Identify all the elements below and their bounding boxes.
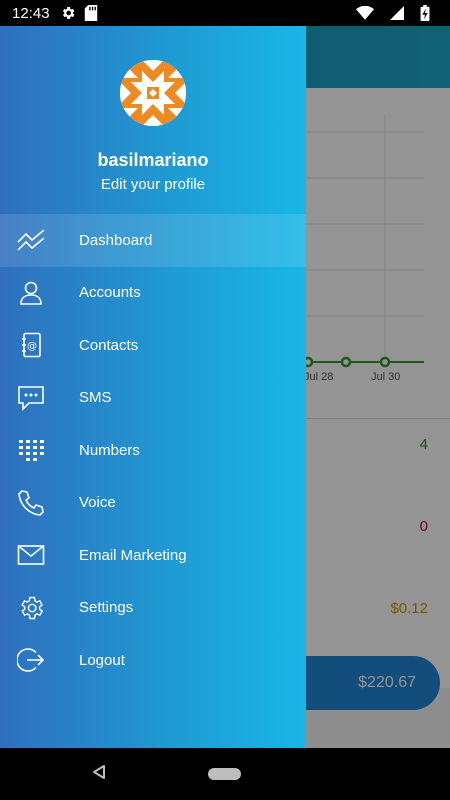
menu-item-email-marketing[interactable]: Email Marketing xyxy=(0,529,306,582)
keypad-icon xyxy=(16,435,46,465)
person-icon xyxy=(16,278,46,308)
logout-icon xyxy=(16,645,46,675)
menu-item-label: Voice xyxy=(79,494,116,512)
chat-bubble-icon xyxy=(16,383,46,413)
sd-card-icon xyxy=(84,5,98,21)
menu-item-logout[interactable]: Logout xyxy=(0,634,306,687)
system-nav-bar xyxy=(0,748,450,800)
identicon-avatar-icon xyxy=(120,60,186,126)
menu-item-accounts[interactable]: Accounts xyxy=(0,267,306,320)
dashboard-trend-icon xyxy=(16,225,46,255)
clock: 12:43 xyxy=(12,4,50,22)
address-book-icon: @ xyxy=(16,330,46,360)
edit-profile-link[interactable]: Edit your profile xyxy=(0,176,306,193)
menu-item-label: Logout xyxy=(79,651,125,669)
settings-gear-icon xyxy=(60,5,76,21)
menu-item-label: Accounts xyxy=(79,284,141,302)
menu-item-numbers[interactable]: Numbers xyxy=(0,424,306,477)
signal-icon xyxy=(390,6,404,20)
menu-item-label: Email Marketing xyxy=(79,546,187,564)
menu-item-dashboard[interactable]: Dashboard xyxy=(0,214,306,267)
menu-item-voice[interactable]: Voice xyxy=(0,477,306,530)
status-bar: 12:43 xyxy=(0,0,450,26)
menu-item-label: Contacts xyxy=(79,336,139,354)
menu-item-label: Dashboard xyxy=(79,231,153,249)
menu-item-sms[interactable]: SMS xyxy=(0,372,306,425)
back-icon[interactable] xyxy=(92,764,106,785)
svg-text:@: @ xyxy=(27,341,37,352)
avatar[interactable] xyxy=(120,60,186,126)
gear-icon xyxy=(16,593,46,623)
envelope-icon xyxy=(16,540,46,570)
phone-icon xyxy=(16,488,46,518)
menu-item-contacts[interactable]: @ Contacts xyxy=(0,319,306,372)
drawer-menu: Dashboard Accounts @ Contacts SMS Number… xyxy=(0,214,306,687)
menu-item-label: Numbers xyxy=(79,441,140,459)
battery-charging-icon xyxy=(420,5,430,21)
menu-item-label: SMS xyxy=(79,389,112,407)
navigation-drawer: basilmariano Edit your profile Dashboard… xyxy=(0,26,306,748)
menu-item-settings[interactable]: Settings xyxy=(0,582,306,635)
profile-username: basilmariano xyxy=(97,150,209,170)
menu-item-label: Settings xyxy=(79,599,134,617)
home-pill-button[interactable] xyxy=(208,768,241,780)
wifi-icon xyxy=(356,6,374,20)
